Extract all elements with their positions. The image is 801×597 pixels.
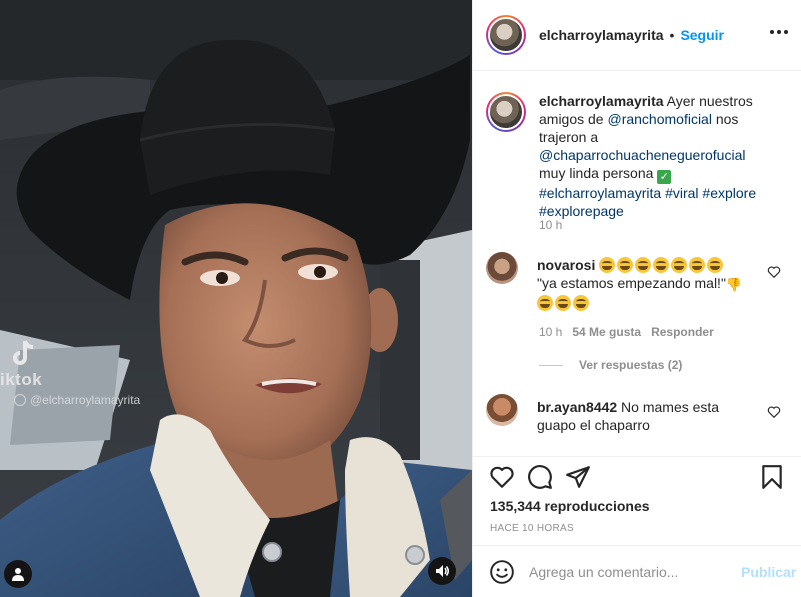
comments-thread[interactable]: elcharroylamayrita Ayer nuestros amigos …	[473, 72, 801, 456]
replies-divider	[539, 364, 563, 366]
reply-button[interactable]: Responder	[651, 325, 714, 339]
comment-item: br.ayan8442 No mames esta guapo el chapa…	[486, 394, 752, 434]
comment-item: novarosi "ya estamos empezando mal!"👎	[486, 252, 752, 312]
watermark-handle: @elcharroylamayrita	[0, 393, 140, 407]
thumbs-down-emoji-icon: 👎	[725, 277, 743, 292]
video-player[interactable]: iktok @elcharroylamayrita	[0, 0, 472, 597]
watermark-wordmark: iktok	[0, 370, 43, 389]
comment-meta: 10 h 54 Me gusta Responder	[539, 325, 714, 339]
heart-icon[interactable]	[489, 464, 515, 490]
caption-mention-chaparro[interactable]: @chaparrochuacheneguerofucial	[539, 147, 745, 163]
view-replies-label[interactable]: Ver respuestas (2)	[579, 358, 682, 372]
watermark-user-icon	[14, 394, 26, 406]
laughing-emoji-icon	[537, 295, 591, 311]
follow-button[interactable]: Seguir	[680, 27, 724, 43]
post-side-panel: elcharroylamayrita • Seguir elcharroylam…	[472, 0, 801, 597]
comment-timestamp[interactable]: 10 h	[539, 325, 562, 339]
comment-likes[interactable]: 54 Me gusta	[572, 325, 641, 339]
view-count[interactable]: 135,344 reproducciones	[490, 498, 650, 514]
commenter-avatar[interactable]	[486, 394, 518, 426]
like-comment-heart-icon[interactable]	[767, 405, 781, 419]
hashtag-elcharroylamayrita[interactable]: #elcharroylamayrita	[539, 185, 661, 201]
comment-icon[interactable]	[527, 464, 553, 490]
comment-username[interactable]: novarosi	[537, 257, 595, 273]
post-header: elcharroylamayrita • Seguir	[473, 0, 801, 71]
instagram-post: iktok @elcharroylamayrita elcharroylamay…	[0, 0, 801, 597]
author-avatar[interactable]	[486, 15, 526, 55]
comment-username[interactable]: br.ayan8442	[537, 399, 617, 415]
publish-button[interactable]: Publicar	[741, 564, 796, 580]
bookmark-icon[interactable]	[759, 464, 785, 490]
comment-text: "ya estamos empezando mal!"	[537, 275, 726, 291]
video-frame	[0, 0, 472, 597]
commenter-avatar[interactable]	[486, 252, 518, 284]
share-icon[interactable]	[565, 464, 591, 490]
tiktok-logo-icon	[13, 340, 34, 365]
header-separator: •	[669, 27, 675, 43]
caption-avatar[interactable]	[486, 92, 526, 132]
caption-text: elcharroylamayrita Ayer nuestros amigos …	[539, 92, 759, 220]
hashtag-explore[interactable]: #explore	[702, 185, 756, 201]
comment-input[interactable]	[529, 563, 734, 580]
watermark-handle-text: @elcharroylamayrita	[30, 393, 141, 407]
laughing-emoji-icon	[599, 257, 725, 273]
more-options-icon	[770, 30, 774, 34]
like-comment-heart-icon[interactable]	[767, 265, 781, 279]
sound-toggle-button[interactable]	[428, 557, 456, 585]
sound-on-icon	[436, 565, 449, 577]
comment-body: novarosi "ya estamos empezando mal!"👎	[537, 256, 752, 312]
emoji-picker-icon[interactable]	[489, 559, 515, 585]
author-username[interactable]: elcharroylamayrita	[539, 27, 664, 43]
comment-body: br.ayan8442 No mames esta guapo el chapa…	[537, 398, 752, 434]
caption-mention-ranchomoficial[interactable]: @ranchomoficial	[607, 111, 711, 127]
caption: elcharroylamayrita Ayer nuestros amigos …	[486, 92, 759, 220]
hashtag-viral[interactable]: #viral	[665, 185, 698, 201]
hashtag-explorepage[interactable]: #explorepage	[539, 203, 624, 219]
add-comment-bar: Publicar	[473, 545, 801, 597]
user-tag-icon	[12, 568, 24, 581]
post-timestamp[interactable]: HACE 10 HORAS	[490, 523, 574, 534]
check-mark-icon: ✓	[657, 170, 672, 184]
caption-username[interactable]: elcharroylamayrita	[539, 93, 664, 109]
user-tag-button[interactable]	[4, 560, 32, 588]
more-options-button[interactable]	[766, 26, 792, 38]
view-replies-toggle[interactable]: Ver respuestas (2)	[539, 358, 682, 372]
post-actions: 135,344 reproducciones HACE 10 HORAS	[473, 456, 801, 545]
caption-timestamp[interactable]: 10 h	[539, 218, 562, 232]
caption-text-3: muy linda persona	[539, 165, 658, 181]
